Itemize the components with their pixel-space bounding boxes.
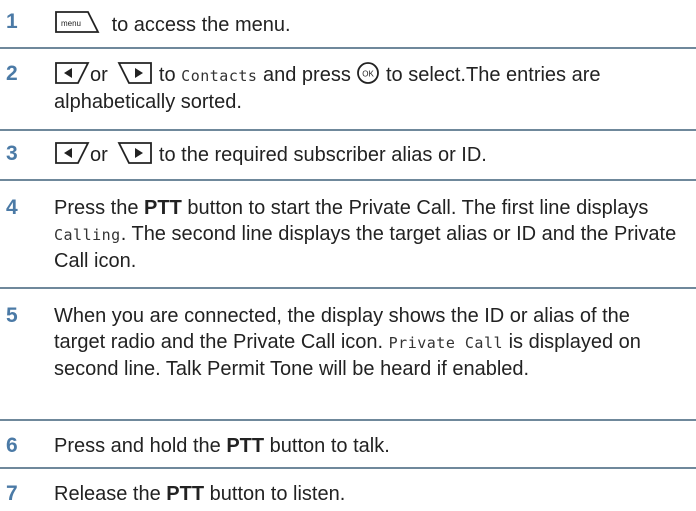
or-text: or: [90, 144, 108, 166]
calling-label: Calling: [54, 226, 121, 244]
step-text: or to the required subscriber alias or I…: [54, 141, 686, 168]
step-6-text-a: Press and hold the: [54, 435, 227, 457]
step-number: 5: [6, 304, 18, 327]
step-text: menu to access the menu.: [54, 9, 686, 38]
step-number: 6: [6, 434, 18, 457]
ptt-label: PTT: [226, 435, 265, 457]
to-text: to: [158, 64, 176, 86]
step-7: 7 Release the PTT button to listen.: [0, 473, 696, 511]
left-arrow-key-icon: [54, 61, 90, 85]
step-number: 1: [6, 10, 18, 33]
step-3-text: to the required subscriber alias or ID.: [158, 144, 487, 166]
step-number: 7: [6, 482, 18, 505]
steps-list: 1 menu to access the menu. 2 or to Conta…: [0, 0, 696, 511]
ptt-label: PTT: [144, 197, 182, 219]
step-2: 2 or to Contacts and press OK to select.…: [0, 53, 696, 131]
menu-key-icon: menu: [54, 9, 100, 35]
ok-key-icon: OK: [356, 61, 380, 85]
step-6: 6 Press and hold the PTT button to talk.: [0, 425, 696, 469]
step-4: 4 Press the PTT button to start the Priv…: [0, 185, 696, 289]
step-7-text-b: button to listen.: [204, 483, 346, 505]
ptt-label: PTT: [166, 483, 205, 505]
contacts-label: Contacts: [181, 67, 258, 85]
step-number: 4: [6, 196, 18, 219]
step-7-text-a: Release the: [54, 483, 167, 505]
step-text: Press and hold the PTT button to talk.: [54, 433, 686, 459]
ok-key-label: OK: [363, 70, 375, 79]
menu-key-label: menu: [61, 19, 81, 28]
step-number: 3: [6, 142, 18, 165]
step-text: When you are connected, the display show…: [54, 303, 686, 382]
or-text: or: [90, 64, 108, 86]
right-arrow-key-icon: [117, 141, 153, 165]
left-arrow-key-icon: [54, 141, 90, 165]
step-text: Release the PTT button to listen.: [54, 481, 686, 507]
right-arrow-key-icon: [117, 61, 153, 85]
step-4-text-c: . The second line displays the target al…: [54, 223, 677, 272]
step-text: or to Contacts and press OK to select.Th…: [54, 61, 686, 115]
step-4-text-b: button to start the Private Call. The fi…: [181, 197, 649, 219]
step-6-text-b: button to talk.: [264, 435, 390, 457]
step-number: 2: [6, 62, 18, 85]
step-3: 3 or to the required subscriber alias or…: [0, 135, 696, 181]
step-4-text-a: Press the: [54, 197, 145, 219]
step-5: 5 When you are connected, the display sh…: [0, 293, 696, 421]
private-call-label: Private Call: [388, 334, 504, 352]
step-1-text: to access the menu.: [111, 14, 291, 36]
step-1: 1 menu to access the menu.: [0, 3, 696, 49]
step-text: Press the PTT button to start the Privat…: [54, 195, 686, 274]
and-press-text: and press: [262, 64, 351, 86]
